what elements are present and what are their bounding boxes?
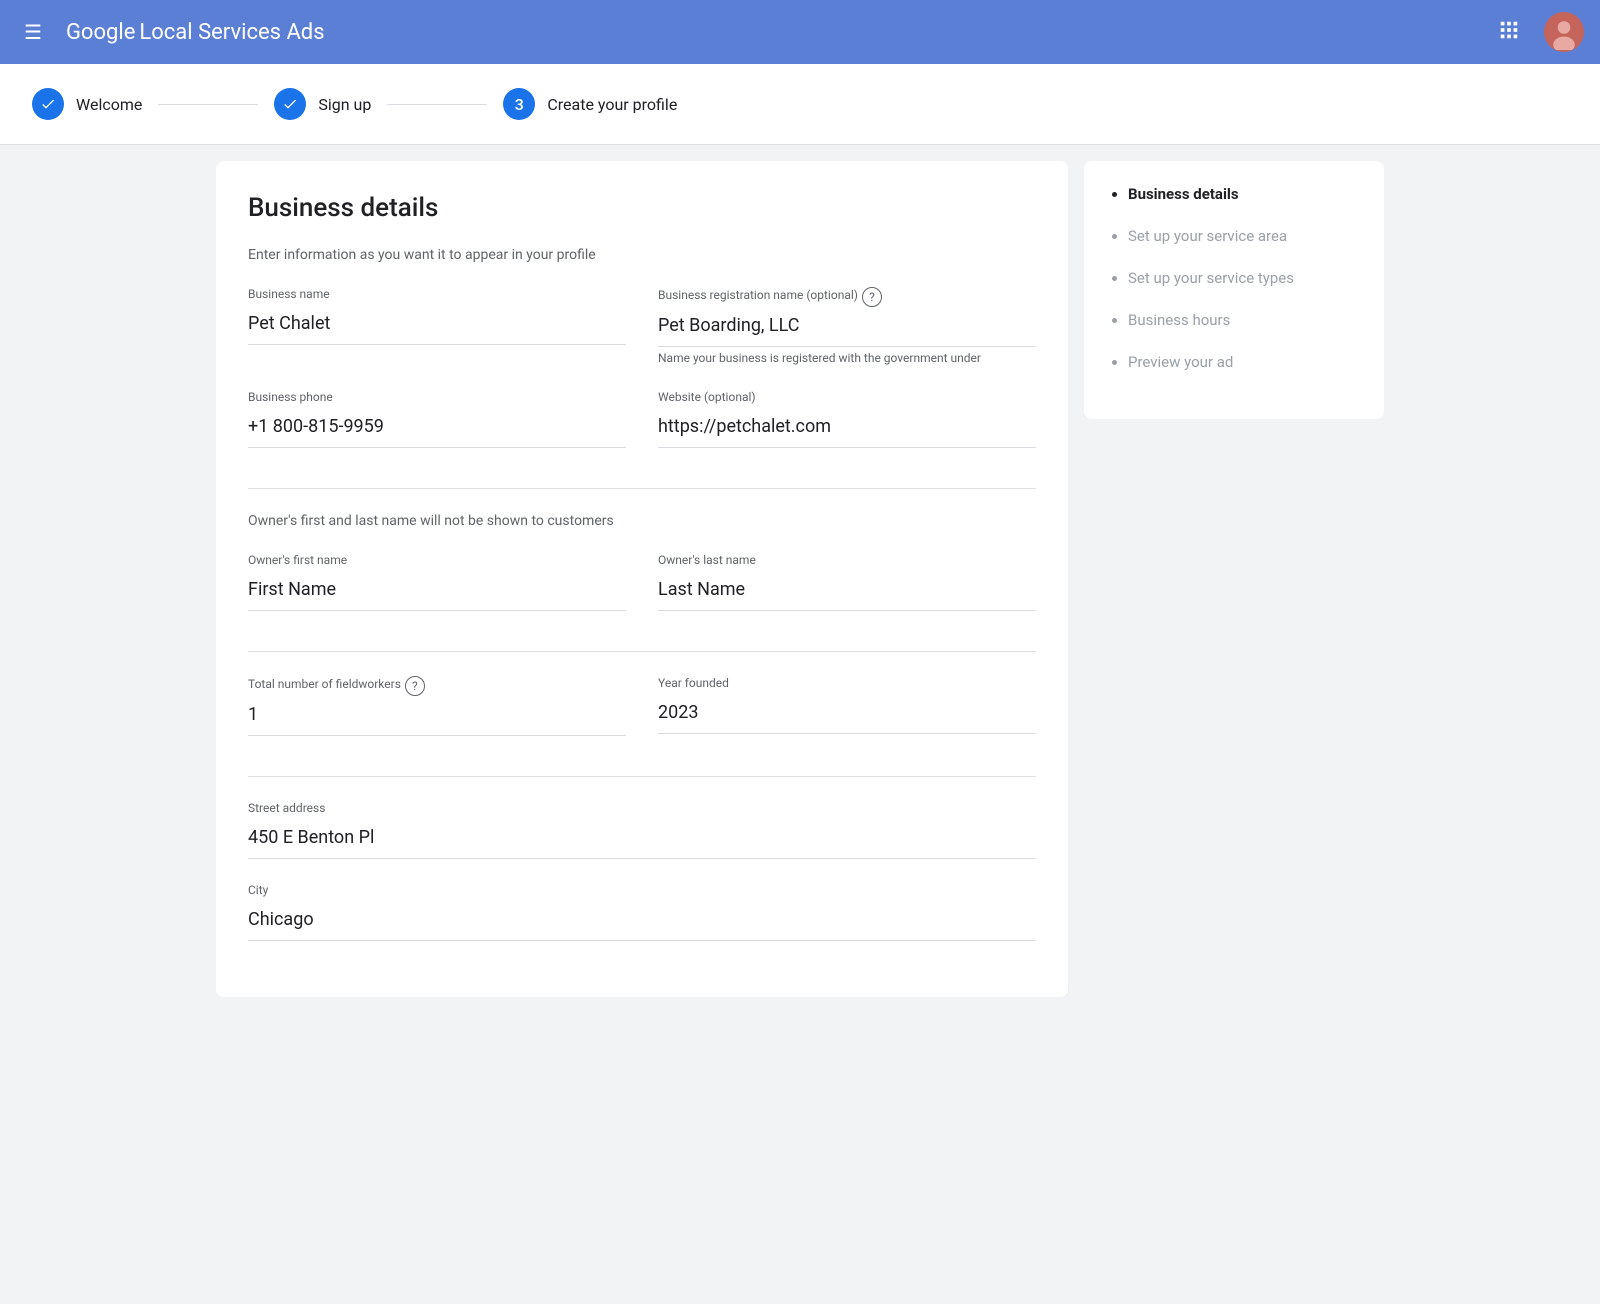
stepper: Welcome Sign up 3 Create your profile xyxy=(0,64,1600,145)
fieldworkers-value[interactable]: 1 xyxy=(248,696,626,736)
sidebar-item-preview-ad-label: Preview your ad xyxy=(1128,353,1233,371)
business-phone-label: Business phone xyxy=(248,390,626,404)
step-welcome-circle xyxy=(32,88,64,120)
year-founded-value[interactable]: 2023 xyxy=(658,694,1036,734)
owner-first-label: Owner's first name xyxy=(248,553,626,567)
owner-notice: Owner's first and last name will not be … xyxy=(248,513,1036,529)
logo-product: Local Services Ads xyxy=(139,20,324,45)
business-reg-hint: Name your business is registered with th… xyxy=(658,351,981,365)
fieldworkers-help-icon[interactable]: ? xyxy=(405,676,425,696)
step-signup-circle xyxy=(274,88,306,120)
app-header: ☰ Google Local Services Ads xyxy=(0,0,1600,64)
step-profile-circle: 3 xyxy=(503,88,535,120)
divider-2 xyxy=(248,651,1036,652)
business-name-row: Business name Pet Chalet Business regist… xyxy=(248,287,1036,390)
owner-first-value[interactable]: First Name xyxy=(248,571,626,611)
street-address-value[interactable]: 450 E Benton Pl xyxy=(248,819,1036,859)
website-label: Website (optional) xyxy=(658,390,1036,404)
phone-website-row: Business phone +1 800-815-9959 Website (… xyxy=(248,390,1036,472)
main-content: Business details Enter information as yo… xyxy=(200,145,1400,1013)
step-connector-2 xyxy=(387,104,487,105)
owner-name-row: Owner's first name First Name Owner's la… xyxy=(248,553,1036,635)
section-description: Enter information as you want it to appe… xyxy=(248,247,1036,263)
business-reg-header: Business registration name (optional) ? xyxy=(658,287,1036,307)
step-signup: Sign up xyxy=(274,88,371,120)
street-address-label: Street address xyxy=(248,801,1036,815)
fieldworkers-header: Total number of fieldworkers ? xyxy=(248,676,626,696)
business-reg-field: Business registration name (optional) ? … xyxy=(658,287,1036,366)
owner-last-value[interactable]: Last Name xyxy=(658,571,1036,611)
logo-google: Google xyxy=(66,20,135,45)
owner-first-field: Owner's first name First Name xyxy=(248,553,626,611)
divider-3 xyxy=(248,776,1036,777)
step-welcome: Welcome xyxy=(32,88,142,120)
business-phone-value[interactable]: +1 800-815-9959 xyxy=(248,408,626,448)
fieldworkers-label: Total number of fieldworkers xyxy=(248,677,401,691)
city-value[interactable]: Chicago xyxy=(248,901,1036,941)
sidebar-nav-list: Business details Set up your service are… xyxy=(1108,185,1360,371)
step-signup-label: Sign up xyxy=(318,95,371,114)
business-name-label: Business name xyxy=(248,287,626,301)
sidebar-item-service-area-label: Set up your service area xyxy=(1128,227,1287,245)
fieldworkers-year-row: Total number of fieldworkers ? 1 Year fo… xyxy=(248,676,1036,760)
business-name-field: Business name Pet Chalet xyxy=(248,287,626,366)
business-name-value[interactable]: Pet Chalet xyxy=(248,305,626,345)
sidebar-item-business-hours-label: Business hours xyxy=(1128,311,1230,329)
sidebar-item-business-details-label: Business details xyxy=(1128,185,1239,203)
divider-1 xyxy=(248,488,1036,489)
year-founded-label: Year founded xyxy=(658,676,1036,690)
website-value[interactable]: https://petchalet.com xyxy=(658,408,1036,448)
app-logo: Google Local Services Ads xyxy=(66,20,325,45)
step-connector-1 xyxy=(158,104,258,105)
business-phone-field: Business phone +1 800-815-9959 xyxy=(248,390,626,448)
sidebar-item-service-types: Set up your service types xyxy=(1128,269,1360,287)
year-founded-field: Year founded 2023 xyxy=(658,676,1036,736)
menu-icon[interactable]: ☰ xyxy=(16,12,50,52)
right-panel: Business details Set up your service are… xyxy=(1084,161,1384,419)
panel-title: Business details xyxy=(248,193,1036,223)
owner-last-label: Owner's last name xyxy=(658,553,1036,567)
street-address-field: Street address 450 E Benton Pl xyxy=(248,801,1036,859)
left-panel: Business details Enter information as yo… xyxy=(216,161,1068,997)
sidebar-item-business-details: Business details xyxy=(1128,185,1360,203)
fieldworkers-field: Total number of fieldworkers ? 1 xyxy=(248,676,626,736)
city-label: City xyxy=(248,883,1036,897)
step-welcome-label: Welcome xyxy=(76,95,142,114)
business-reg-label: Business registration name (optional) xyxy=(658,288,858,302)
sidebar-item-service-types-label: Set up your service types xyxy=(1128,269,1294,287)
step-profile: 3 Create your profile xyxy=(503,88,677,120)
grid-icon[interactable] xyxy=(1490,11,1528,54)
website-field: Website (optional) https://petchalet.com xyxy=(658,390,1036,448)
owner-last-field: Owner's last name Last Name xyxy=(658,553,1036,611)
business-reg-value[interactable]: Pet Boarding, LLC xyxy=(658,307,1036,347)
sidebar-item-service-area: Set up your service area xyxy=(1128,227,1360,245)
city-field: City Chicago xyxy=(248,883,1036,941)
step-profile-label: Create your profile xyxy=(547,95,677,114)
sidebar-item-preview-ad: Preview your ad xyxy=(1128,353,1360,371)
user-avatar[interactable] xyxy=(1544,12,1584,52)
sidebar-item-business-hours: Business hours xyxy=(1128,311,1360,329)
business-reg-help-icon[interactable]: ? xyxy=(862,287,882,307)
